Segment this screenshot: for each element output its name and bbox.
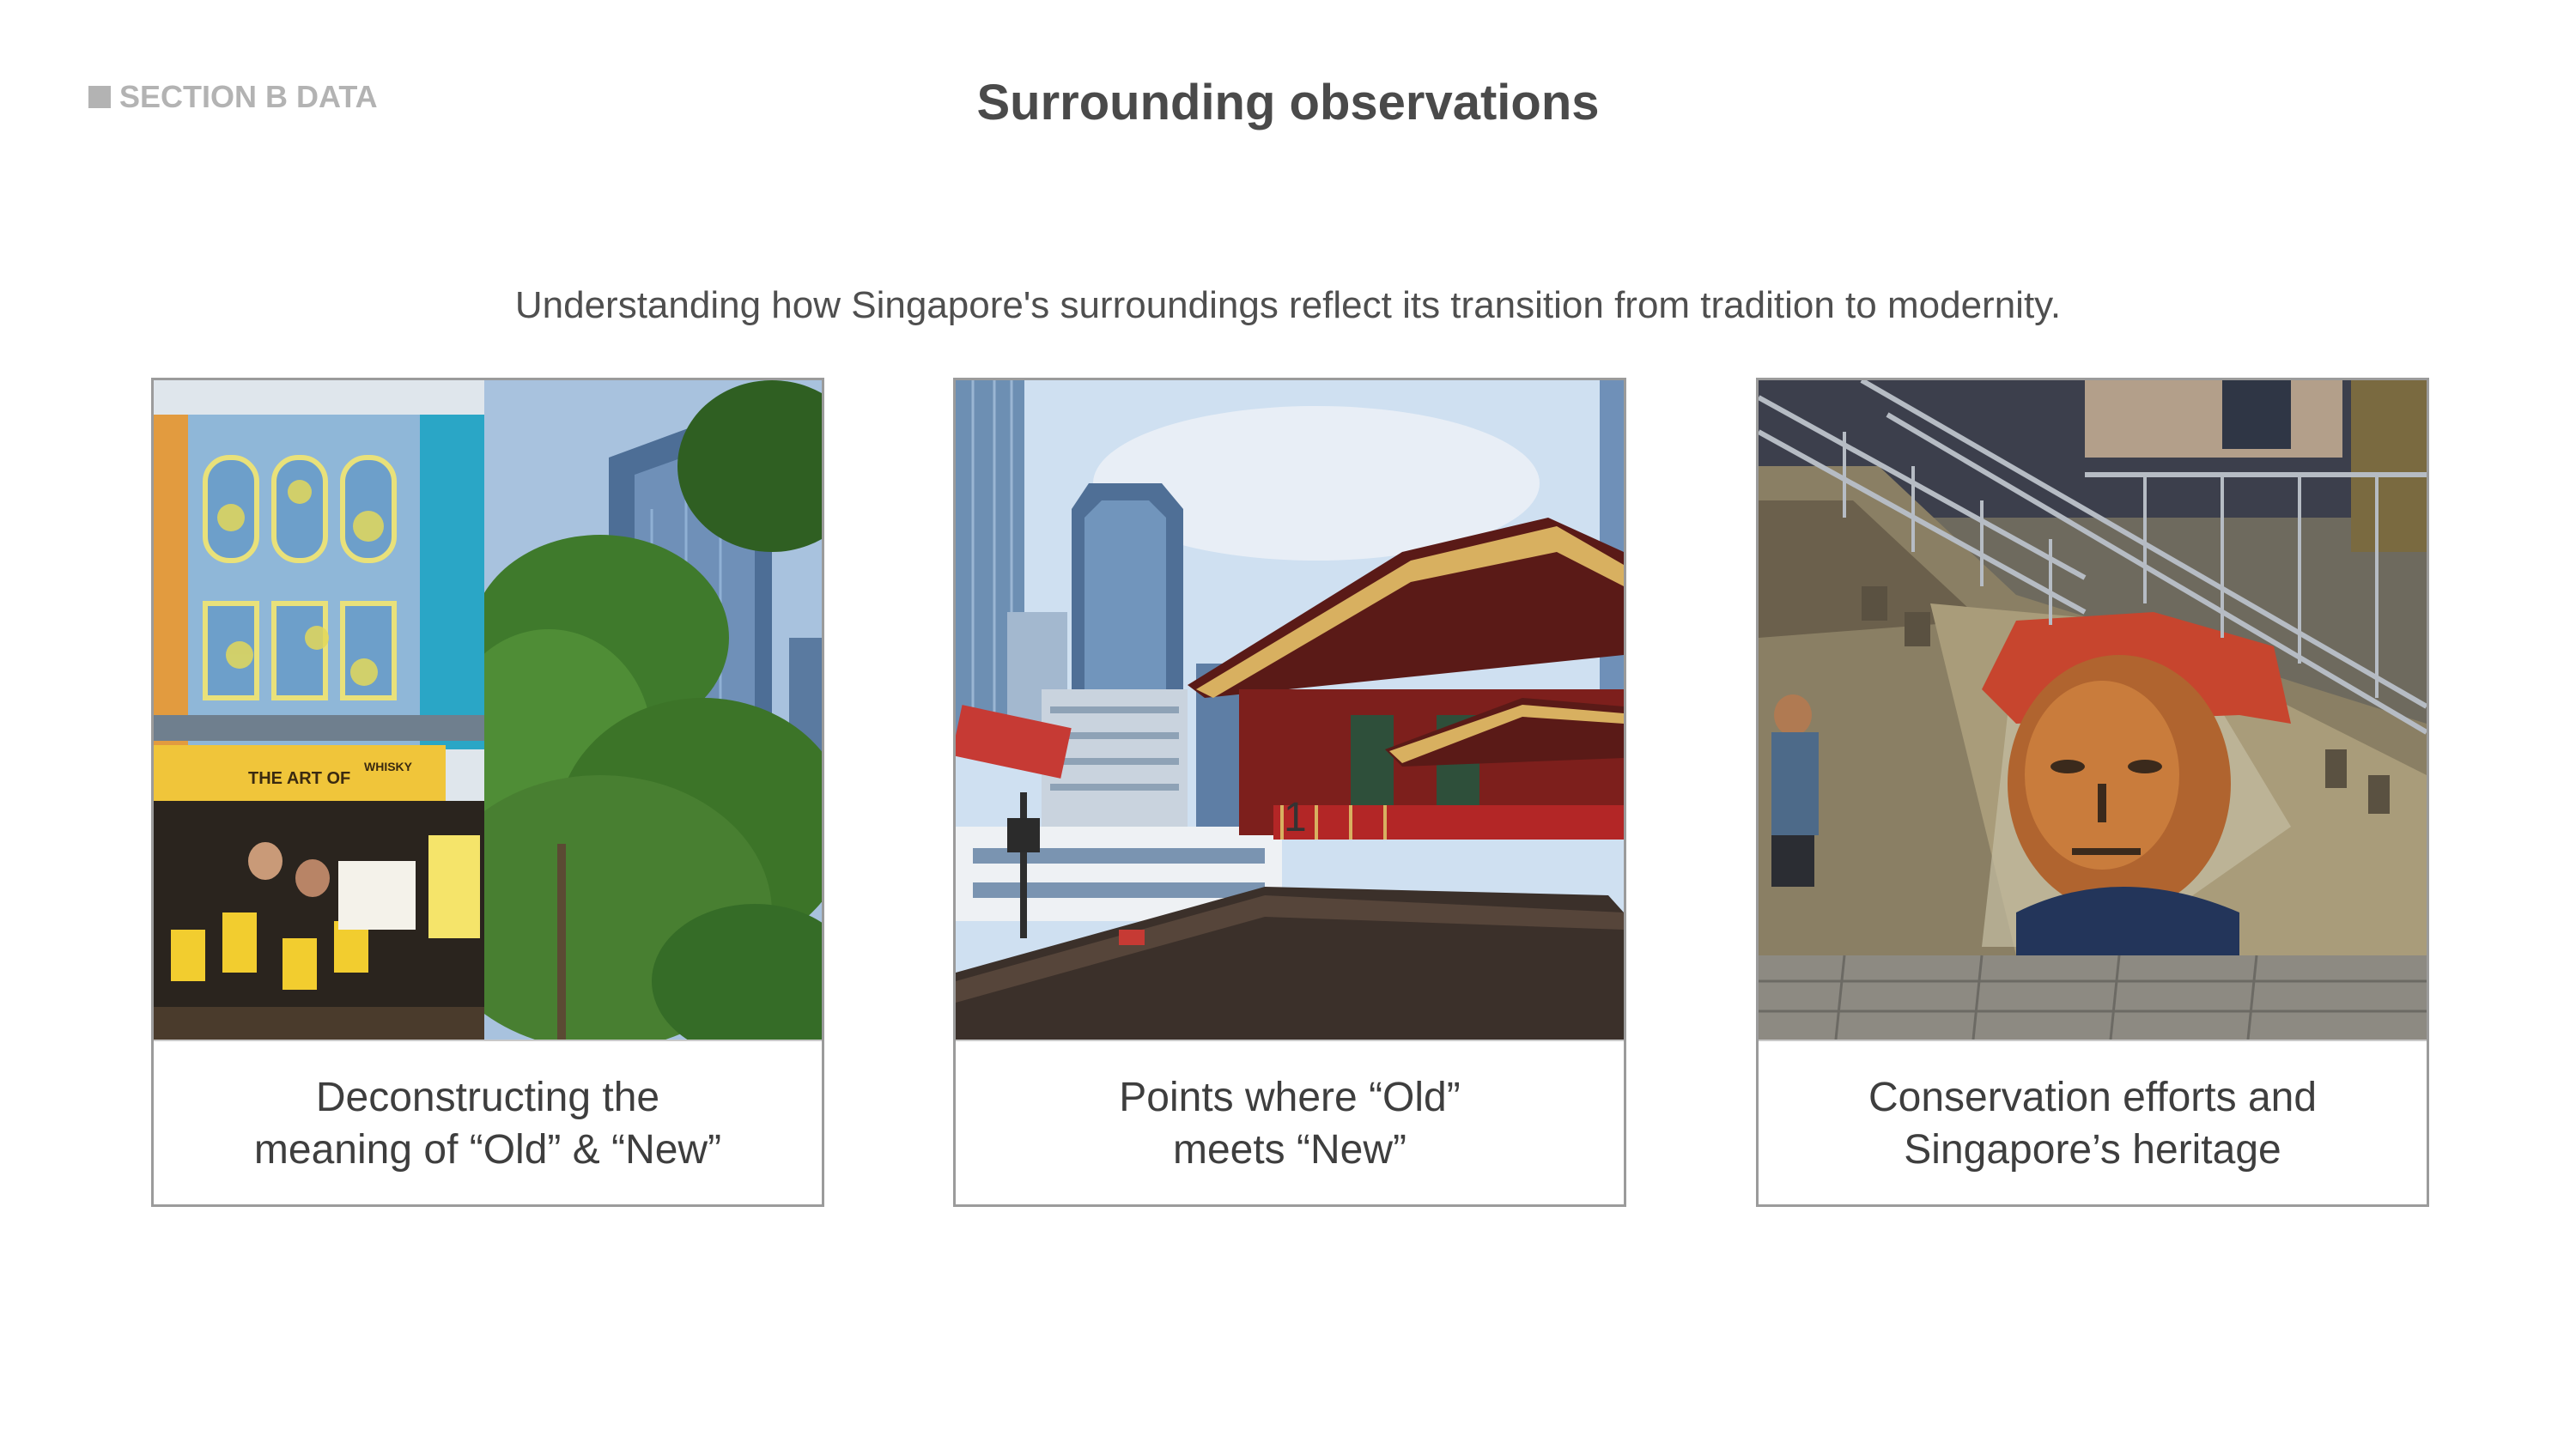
slide: SECTION B DATA Surrounding observations … <box>0 0 2576 1449</box>
photo-sign-text-2: WHISKY <box>364 760 413 773</box>
card-caption: Points where “Old” meets “New” <box>956 1040 1624 1204</box>
card-conservation-heritage[interactable]: Conservation efforts and Singapore’s her… <box>1756 378 2429 1207</box>
card-caption: Conservation efforts and Singapore’s her… <box>1759 1040 2427 1204</box>
card-old-meets-new[interactable]: 1 Points where “Old” meets “New” <box>953 378 1626 1207</box>
photo-number-label: 1 <box>1284 795 1307 840</box>
card-caption: Deconstructing the meaning of “Old” & “N… <box>154 1040 822 1204</box>
card-old-new-meaning[interactable]: THE ART OF WHISKY Deconstructing the mea… <box>151 378 824 1207</box>
page-subtitle: Understanding how Singapore's surroundin… <box>514 284 2062 326</box>
heritage-mural-photo <box>1759 380 2427 1040</box>
photo-sign-text: THE ART OF <box>248 769 350 788</box>
shophouse-skyscraper-photo: THE ART OF WHISKY <box>154 380 822 1040</box>
page-title: Surrounding observations <box>976 75 1600 130</box>
temple-skyscraper-photo: 1 <box>956 380 1624 1040</box>
